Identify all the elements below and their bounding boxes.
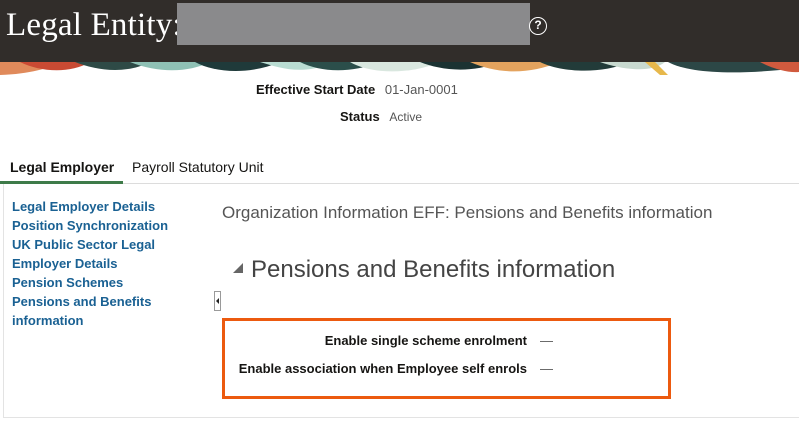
panel-left-border (3, 184, 4, 417)
field-label-association-self-enrols: Enable association when Employee self en… (238, 361, 527, 376)
effective-start-date-label: Effective Start Date (256, 82, 376, 97)
highlight-box (222, 318, 671, 399)
status-row: Status Active (340, 109, 422, 124)
field-row-single-scheme: Enable single scheme enrolment — (0, 333, 799, 351)
question-circle-icon[interactable]: ? (529, 17, 547, 35)
effective-start-date-value: 01-Jan-0001 (384, 82, 458, 97)
status-value: Active (389, 110, 423, 124)
effective-start-date-row: Effective Start Date 01-Jan-0001 (256, 82, 458, 97)
redacted-entity-name (177, 3, 530, 45)
field-value-single-scheme: — (540, 333, 553, 348)
tab-payroll-statutory-unit[interactable]: Payroll Statutory Unit (132, 159, 264, 183)
nav-legal-employer-details[interactable]: Legal Employer Details (12, 197, 187, 216)
panel-bottom-border (3, 417, 799, 418)
nav-uk-public-sector-legal-employer-details[interactable]: UK Public Sector Legal Employer Details (12, 235, 187, 273)
nav-pensions-and-benefits-information[interactable]: Pensions and Benefits information (12, 292, 187, 330)
section-title: Pensions and Benefits information (251, 256, 616, 283)
page-header: Legal Entity: ? (0, 0, 799, 62)
page-title: Legal Entity: (6, 7, 182, 43)
field-label-single-scheme: Enable single scheme enrolment (324, 333, 527, 348)
section-collapse-triangle-icon[interactable] (233, 263, 243, 273)
banner-pattern (0, 62, 799, 75)
decorative-banner (0, 62, 799, 75)
status-label: Status (340, 109, 380, 124)
side-navigation: Legal Employer Details Position Synchron… (12, 197, 187, 330)
nav-pension-schemes[interactable]: Pension Schemes (12, 273, 187, 292)
collapse-pane-splitter[interactable] (214, 291, 221, 311)
nav-position-synchronization[interactable]: Position Synchronization (12, 216, 187, 235)
field-value-association-self-enrols: — (540, 361, 553, 376)
active-tab-indicator (0, 181, 123, 184)
field-row-association-self-enrols: Enable association when Employee self en… (0, 361, 799, 379)
content-title: Organization Information EFF: Pensions a… (222, 203, 713, 222)
tab-bar: Legal Employer Payroll Statutory Unit (0, 152, 799, 184)
tab-legal-employer[interactable]: Legal Employer (10, 159, 114, 183)
